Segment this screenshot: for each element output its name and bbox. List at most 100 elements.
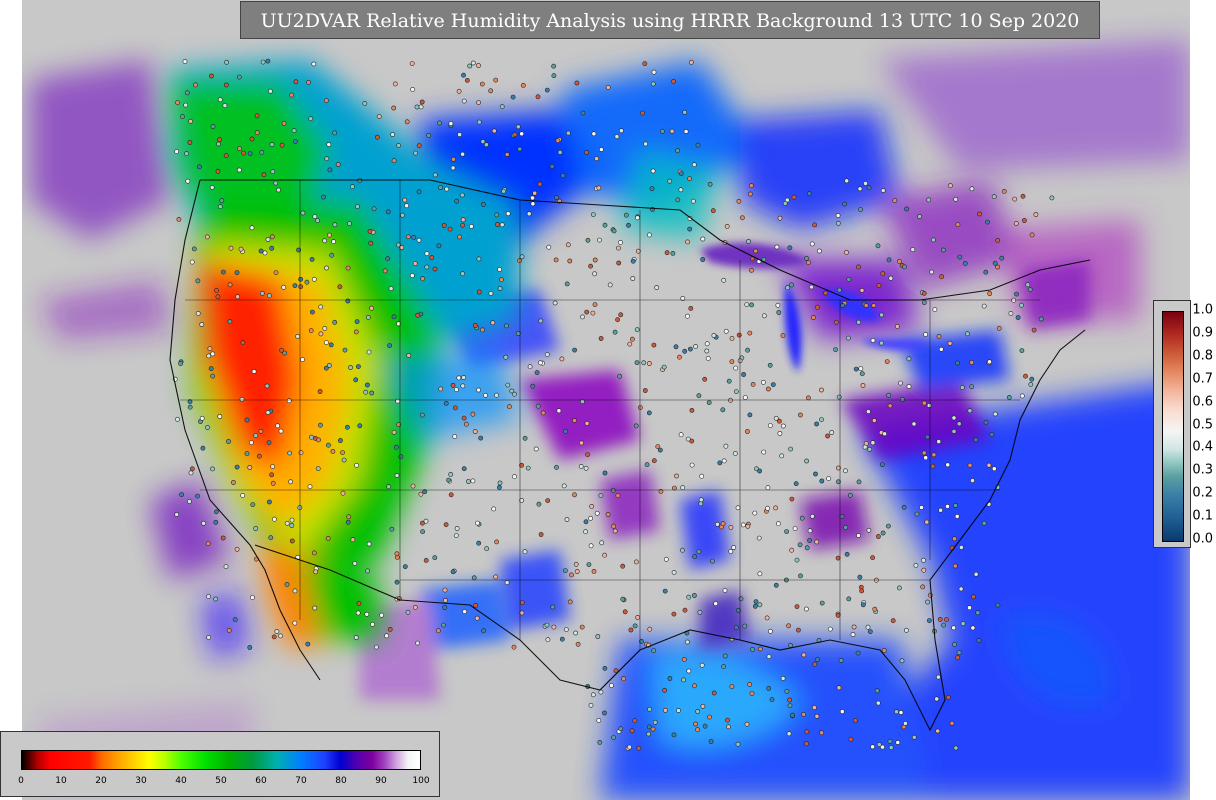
observation-dot (711, 333, 717, 338)
observation-dot (493, 574, 499, 580)
observation-dot (692, 593, 697, 598)
observation-dot (745, 523, 751, 529)
observation-dot (602, 552, 607, 558)
observation-dot (311, 61, 317, 67)
observation-dot (598, 689, 604, 695)
observation-dot (592, 302, 598, 307)
observation-dot (259, 149, 265, 155)
observation-dot (682, 348, 688, 354)
observation-dot (967, 408, 973, 414)
observation-dot (947, 340, 953, 346)
observation-dot (898, 380, 903, 386)
observation-dot (876, 742, 882, 747)
observation-dot (673, 344, 679, 350)
observation-dot (736, 198, 742, 204)
observation-dot (354, 204, 360, 209)
observation-dot (1028, 381, 1034, 387)
observation-dot (1033, 212, 1039, 217)
observation-dot (662, 588, 668, 594)
observation-dot (208, 366, 214, 372)
observation-dot (687, 226, 693, 232)
observation-dot (206, 353, 212, 359)
observation-dot (618, 726, 624, 732)
observation-dot (976, 638, 982, 643)
observation-dot (707, 181, 713, 187)
observation-dot (318, 331, 324, 337)
observation-dot (298, 284, 304, 290)
rh-tick-label: 50 (215, 776, 227, 786)
observation-dot (620, 563, 626, 569)
observation-dot (538, 532, 544, 537)
observation-dot (967, 462, 973, 468)
observation-dot (545, 637, 551, 643)
observation-dot (707, 714, 712, 720)
observation-dot (630, 258, 636, 264)
observation-dot (685, 639, 690, 645)
observation-dot (935, 728, 941, 734)
observation-dot (213, 519, 219, 525)
observation-dot (692, 683, 697, 689)
observation-dot (551, 63, 556, 69)
observation-dot (788, 642, 793, 648)
observation-dot (650, 81, 656, 87)
observation-dot (217, 97, 223, 103)
observation-dot (250, 502, 256, 507)
observation-dot (418, 104, 424, 110)
observation-dot (438, 185, 443, 190)
observation-dot (526, 211, 532, 217)
observation-dot (404, 203, 409, 209)
observation-dot (746, 239, 751, 244)
observation-dot (900, 397, 905, 402)
observation-dot (825, 433, 830, 439)
observation-dot (249, 595, 255, 600)
observation-dot (432, 266, 438, 272)
observation-dot (546, 244, 552, 250)
observation-dot (353, 635, 359, 640)
observation-dot (442, 598, 448, 603)
observation-dot (357, 178, 363, 183)
observation-dot (886, 523, 891, 529)
observation-dot (549, 163, 555, 169)
observation-dot (464, 78, 470, 83)
observation-dot (632, 623, 638, 629)
observation-dot (505, 211, 511, 216)
observation-dot (476, 289, 482, 295)
observation-dot (630, 336, 635, 342)
observation-dot (801, 712, 806, 717)
observation-dot (793, 481, 799, 487)
observation-dot (627, 744, 632, 750)
observation-dot (260, 59, 266, 65)
observation-dot (879, 340, 884, 346)
observation-dot (661, 364, 667, 370)
observation-dot (833, 347, 838, 352)
observation-dot (910, 247, 916, 252)
observation-dot (596, 185, 602, 191)
observation-dot (995, 602, 1001, 608)
observation-dot (476, 63, 481, 68)
observation-dot (973, 571, 979, 577)
observation-dot (454, 198, 460, 204)
observation-dot (651, 342, 657, 348)
observation-dot (952, 536, 957, 542)
observation-dot (655, 444, 661, 449)
observation-dot (554, 195, 559, 200)
observation-dot (264, 383, 270, 389)
observation-dot (249, 136, 255, 142)
observation-dot (306, 80, 311, 85)
observation-dot (532, 190, 538, 196)
observation-dot (188, 118, 193, 124)
observation-dot (367, 228, 373, 234)
observation-dot (814, 539, 820, 545)
observation-dot (586, 562, 592, 567)
observation-dot (480, 139, 486, 144)
observation-dot (799, 515, 805, 521)
rh-tick-label: 30 (135, 776, 147, 786)
observation-dot (757, 646, 763, 652)
observation-dot (642, 61, 648, 67)
observation-dot (247, 645, 253, 650)
observation-dot (583, 519, 589, 525)
observation-dot (967, 605, 972, 611)
observation-dot (365, 314, 371, 320)
observation-dot (815, 657, 820, 662)
observation-dot (636, 745, 642, 751)
